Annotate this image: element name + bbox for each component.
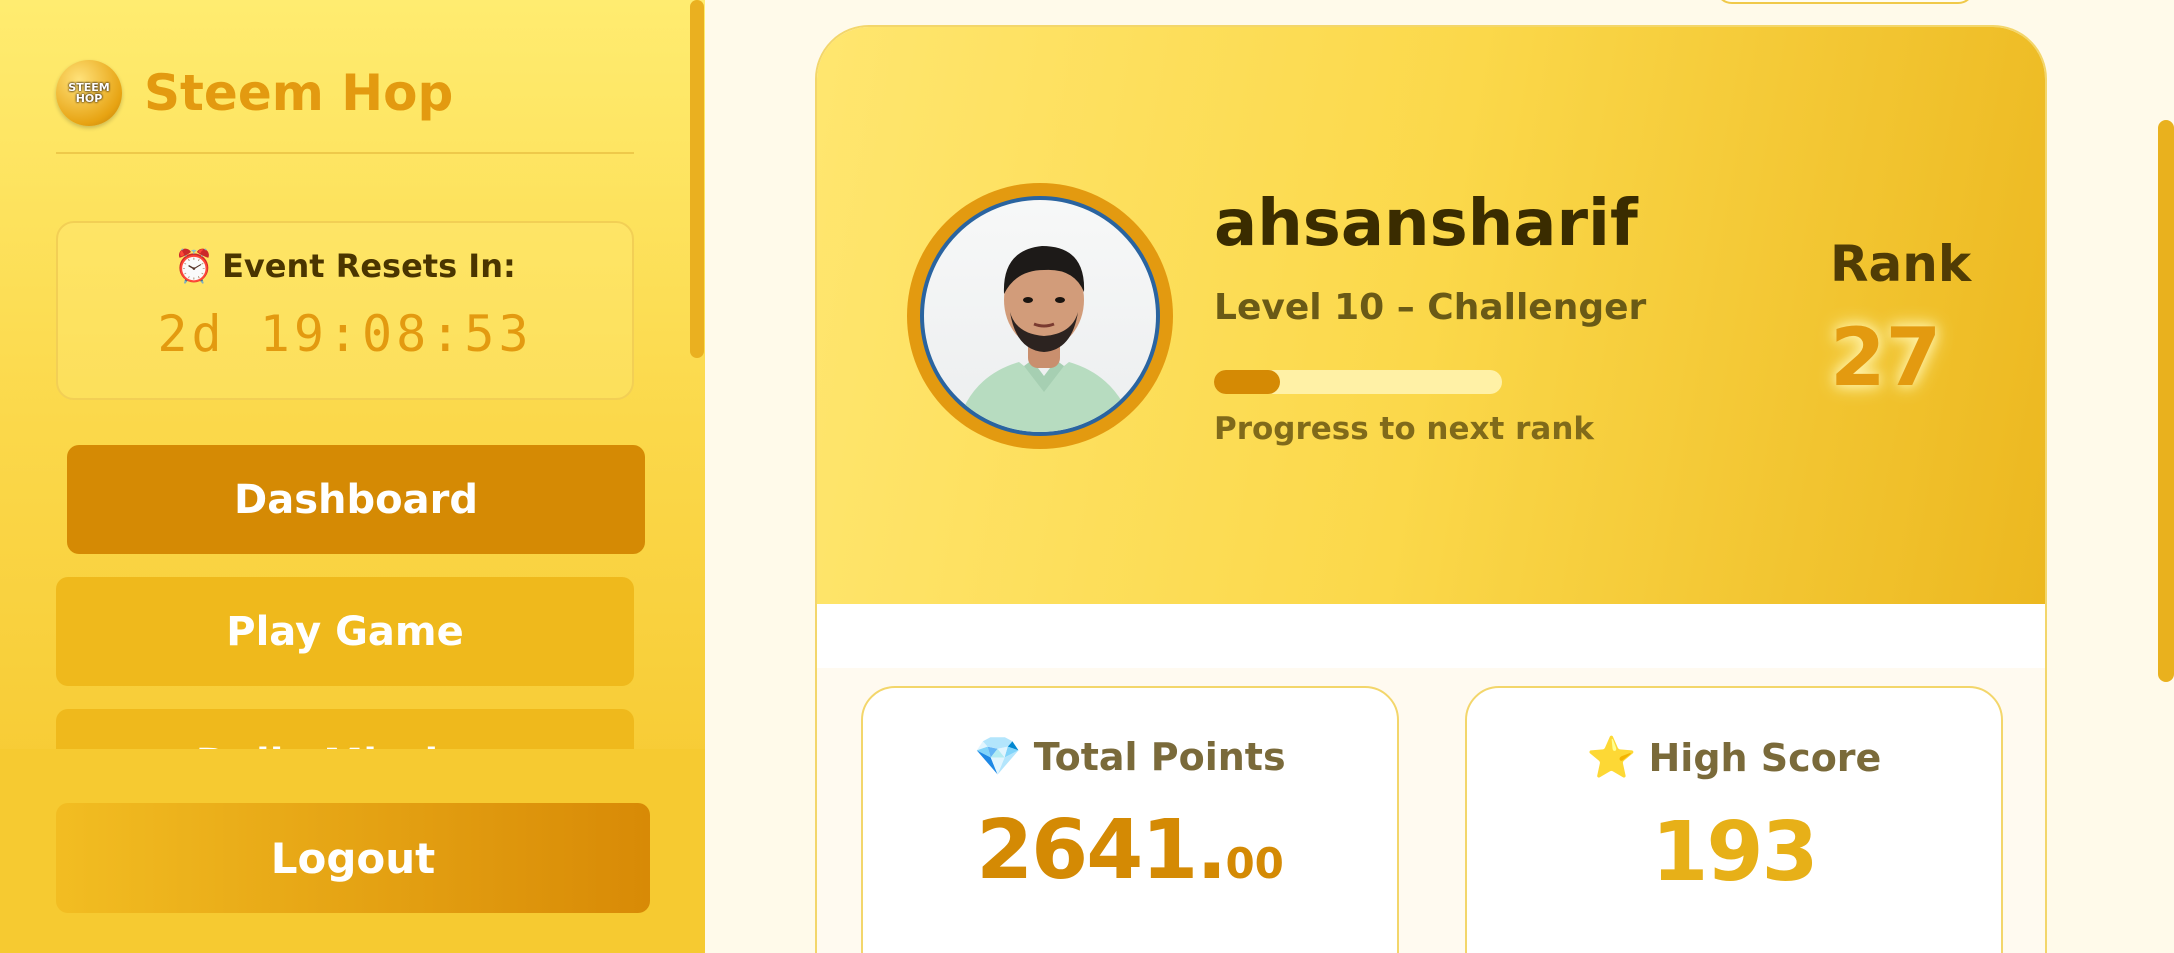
profile-level: Level 10 – Challenger [1214,287,1647,328]
event-timer-label: Event Resets In: [222,247,516,285]
avatar-photo [955,246,1135,432]
brand[interactable]: STEEM HOP Steem Hop [56,60,453,126]
high-score-card: ⭐ High Score 193 [1465,686,2003,953]
sidebar-scrollbar[interactable] [690,0,704,358]
top-header-pill[interactable] [1715,0,1975,4]
total-points-value: 2641.00 [863,803,1397,898]
profile-username: ahsansharif [1214,187,1638,261]
logo-text-bottom: HOP [75,92,103,105]
sidebar: STEEM HOP Steem Hop ⏰ Event Resets In: 2… [0,0,705,953]
rank-progress-fill [1214,370,1281,394]
gem-icon: 💎 [974,734,1022,778]
nav-play-game-button[interactable]: Play Game [56,577,634,686]
total-points-integer: 2641. [976,803,1227,898]
high-score-label: High Score [1648,735,1882,780]
rank-label: Rank [1830,235,1972,293]
hero-divider-band [817,604,2045,668]
brand-name: Steem Hop [144,64,454,122]
avatar[interactable] [920,196,1160,436]
rank-progress-bar [1214,370,1502,394]
total-points-label: Total Points [1033,734,1286,779]
profile-hero: ahsansharif Level 10 – Challenger Progre… [817,27,2045,604]
logout-button[interactable]: Logout [56,803,650,913]
event-timer-value: 2d 19:08:53 [157,305,533,363]
page-scrollbar[interactable] [2158,120,2174,682]
steem-hop-logo-icon: STEEM HOP [56,60,122,126]
avatar-ring [907,183,1173,449]
event-timer-box: ⏰ Event Resets In: 2d 19:08:53 [56,221,634,400]
progress-label: Progress to next rank [1214,411,1595,447]
alarm-clock-icon: ⏰ [174,247,215,285]
nav-dashboard-button[interactable]: Dashboard [67,445,645,554]
star-icon: ⭐ [1586,735,1637,781]
total-points-card: 💎 Total Points 2641.00 [861,686,1399,953]
high-score-value: 193 [1651,805,1818,900]
total-points-decimals: 00 [1225,839,1284,888]
rank-value: 27 [1830,311,1942,404]
divider [56,152,634,154]
